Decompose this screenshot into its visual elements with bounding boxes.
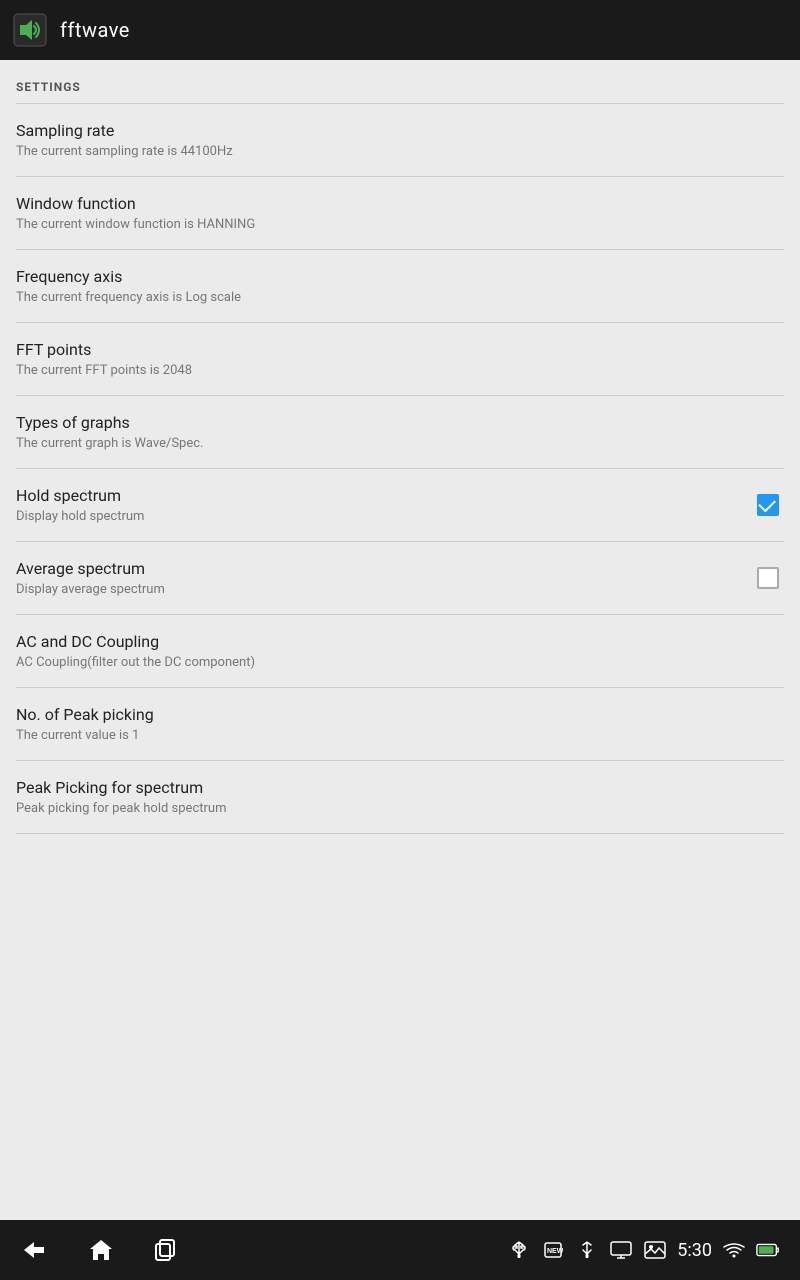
back-button[interactable] [20,1239,48,1261]
wifi-icon [722,1240,746,1260]
settings-item-peak-picking-spectrum[interactable]: Peak Picking for spectrum Peak picking fo… [0,761,800,833]
settings-items-container: Sampling rate The current sampling rate i… [0,104,800,834]
settings-item-text-window-function: Window function The current window functi… [16,194,784,232]
main-content: SETTINGS Sampling rate The current sampli… [0,60,800,1220]
settings-item-text-sampling-rate: Sampling rate The current sampling rate i… [16,121,784,159]
settings-item-subtitle-fft-points: The current FFT points is 2048 [16,363,784,378]
settings-item-frequency-axis[interactable]: Frequency axis The current frequency axis… [0,250,800,322]
settings-item-title-hold-spectrum: Hold spectrum [16,486,752,505]
media-icon: NEWS [541,1240,565,1260]
settings-item-subtitle-types-of-graphs: The current graph is Wave/Spec. [16,436,784,451]
settings-item-subtitle-hold-spectrum: Display hold spectrum [16,509,752,524]
time-display: 5:30 [677,1240,712,1261]
settings-item-subtitle-ac-dc-coupling: AC Coupling(filter out the DC component) [16,655,784,670]
app-bar: fftwave [0,0,800,60]
checkbox-container-hold-spectrum [752,489,784,521]
checkbox-average-spectrum[interactable] [757,567,779,589]
nav-bar: NEWS 5:30 [0,1220,800,1280]
settings-header: SETTINGS [0,60,800,103]
settings-item-subtitle-peak-picking-spectrum: Peak picking for peak hold spectrum [16,801,784,816]
settings-item-fft-points[interactable]: FFT points The current FFT points is 2048 [0,323,800,395]
settings-item-text-types-of-graphs: Types of graphs The current graph is Wave… [16,413,784,451]
settings-item-subtitle-average-spectrum: Display average spectrum [16,582,752,597]
settings-item-title-peak-picking: No. of Peak picking [16,705,784,724]
settings-item-title-fft-points: FFT points [16,340,784,359]
settings-item-title-frequency-axis: Frequency axis [16,267,784,286]
settings-item-text-peak-picking-spectrum: Peak Picking for spectrum Peak picking fo… [16,778,784,816]
settings-item-window-function[interactable]: Window function The current window functi… [0,177,800,249]
recent-apps-button[interactable] [154,1238,178,1262]
settings-label: SETTINGS [16,80,81,94]
settings-item-title-average-spectrum: Average spectrum [16,559,752,578]
settings-item-title-ac-dc-coupling: AC and DC Coupling [16,632,784,651]
settings-item-text-ac-dc-coupling: AC and DC Coupling AC Coupling(filter out… [16,632,784,670]
charge-icon [575,1240,599,1260]
settings-item-peak-picking[interactable]: No. of Peak picking The current value is … [0,688,800,760]
app-icon [12,12,48,48]
display-icon [609,1240,633,1260]
settings-item-subtitle-frequency-axis: The current frequency axis is Log scale [16,290,784,305]
nav-right: NEWS 5:30 [507,1240,780,1261]
settings-item-text-fft-points: FFT points The current FFT points is 2048 [16,340,784,378]
settings-item-subtitle-sampling-rate: The current sampling rate is 44100Hz [16,144,784,159]
nav-left [20,1237,178,1263]
home-button[interactable] [88,1237,114,1263]
settings-item-title-sampling-rate: Sampling rate [16,121,784,140]
settings-item-text-average-spectrum: Average spectrum Display average spectrum [16,559,752,597]
settings-item-hold-spectrum[interactable]: Hold spectrum Display hold spectrum [0,469,800,541]
settings-item-ac-dc-coupling[interactable]: AC and DC Coupling AC Coupling(filter out… [0,615,800,687]
settings-item-sampling-rate[interactable]: Sampling rate The current sampling rate i… [0,104,800,176]
settings-item-title-peak-picking-spectrum: Peak Picking for spectrum [16,778,784,797]
settings-item-subtitle-peak-picking: The current value is 1 [16,728,784,743]
checkbox-hold-spectrum[interactable] [757,494,779,516]
settings-item-title-types-of-graphs: Types of graphs [16,413,784,432]
checkbox-container-average-spectrum [752,562,784,594]
settings-item-types-of-graphs[interactable]: Types of graphs The current graph is Wave… [0,396,800,468]
settings-section: SETTINGS Sampling rate The current sampli… [0,60,800,834]
app-title: fftwave [60,18,130,42]
settings-item-average-spectrum[interactable]: Average spectrum Display average spectrum [0,542,800,614]
settings-item-text-frequency-axis: Frequency axis The current frequency axis… [16,267,784,305]
divider-peak-picking-spectrum [16,833,784,834]
battery-icon [756,1240,780,1260]
settings-item-subtitle-window-function: The current window function is HANNING [16,217,784,232]
settings-item-text-hold-spectrum: Hold spectrum Display hold spectrum [16,486,752,524]
svg-text:NEWS: NEWS [547,1248,563,1255]
settings-item-title-window-function: Window function [16,194,784,213]
usb-icon [507,1240,531,1260]
settings-item-text-peak-picking: No. of Peak picking The current value is … [16,705,784,743]
image-icon [643,1240,667,1260]
